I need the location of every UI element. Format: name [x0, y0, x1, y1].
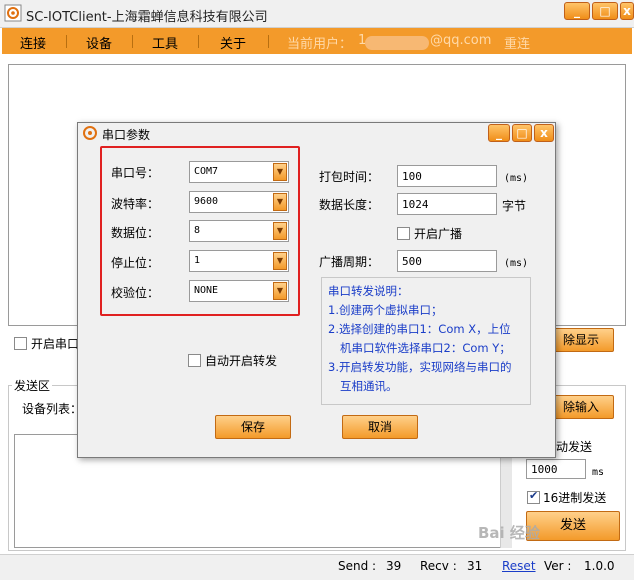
- hex-send-label: 16进制发送: [543, 491, 607, 505]
- device-list-label: 设备列表：: [22, 402, 83, 416]
- open-serial-label: 开启串口: [31, 337, 80, 351]
- dialog-logo-icon: [83, 126, 97, 140]
- current-user-label: 当前用户：: [287, 37, 353, 52]
- databits-select[interactable]: 8 ▼: [189, 220, 289, 242]
- menu-device[interactable]: 设备: [86, 33, 112, 52]
- pack-time-unit: (ms): [504, 173, 529, 184]
- broadcast-period-input[interactable]: 500: [397, 250, 497, 272]
- menu-tools[interactable]: 工具: [152, 33, 178, 52]
- cancel-button[interactable]: 取消: [342, 415, 418, 439]
- data-length-label: 数据长度：: [319, 198, 380, 212]
- parity-label: 校验位：: [111, 286, 160, 300]
- app-logo-icon: [4, 4, 22, 22]
- current-user-suffix: @qq.com: [430, 33, 492, 48]
- send-count-value: 39: [386, 559, 402, 573]
- databits-label: 数据位：: [111, 226, 160, 240]
- forward-desc-line: 机串口软件选择串口2：Com Y；: [340, 341, 511, 355]
- send-count-label: Send :: [338, 559, 377, 573]
- serial-params-dialog: 串口参数 _ □ x 串口号： COM7 ▼ 波特率： 9600 ▼ 数据位： 8 ▼…: [77, 122, 556, 458]
- forward-desc-line: 2.选择创建的串口1：Com X，上位: [328, 322, 511, 336]
- window-title: SC-IOTClient-上海霜蝉信息科技有限公司: [26, 10, 268, 25]
- parity-select[interactable]: NONE ▼: [189, 280, 289, 302]
- broadcast-period-label: 广播周期：: [319, 255, 380, 269]
- chevron-down-icon[interactable]: ▼: [273, 163, 287, 181]
- auto-send-label: 动发送: [556, 440, 593, 454]
- hex-send-checkbox[interactable]: [527, 489, 540, 504]
- minimize-button[interactable]: _: [564, 2, 590, 20]
- menu-divider: [198, 35, 199, 48]
- menu-connect[interactable]: 连接: [20, 33, 46, 52]
- forward-desc-line: 互相通讯。: [340, 379, 398, 393]
- chevron-down-icon[interactable]: ▼: [273, 222, 287, 240]
- menu-divider: [268, 35, 269, 48]
- chevron-down-icon[interactable]: ▼: [273, 193, 287, 211]
- menu-bar: 连接 设备 工具 关于 当前用户： 1 @qq.com 重连: [2, 28, 632, 54]
- chevron-down-icon[interactable]: ▼: [273, 282, 287, 300]
- forward-desc-line: 1.创建两个虚拟串口；: [328, 303, 443, 317]
- forward-desc-line: 3.开启转发功能，实现网络与串口的: [328, 360, 512, 374]
- version-value: 1.0.0: [584, 559, 615, 573]
- broadcast-period-unit: (ms): [504, 258, 529, 269]
- auto-forward-checkbox[interactable]: [188, 354, 201, 367]
- dialog-title-bar: 串口参数 _ □ x: [78, 123, 555, 143]
- forward-description-box: 串口转发说明： 1.创建两个虚拟串口； 2.选择创建的串口1：Com X，上位 …: [321, 277, 531, 405]
- version-label: Ver :: [544, 559, 572, 573]
- pack-time-label: 打包时间：: [319, 170, 380, 184]
- baud-select[interactable]: 9600 ▼: [189, 191, 289, 213]
- maximize-button[interactable]: □: [592, 2, 618, 20]
- redacted-email: [365, 36, 429, 50]
- main-title-bar: SC-IOTClient-上海霜蝉信息科技有限公司 _ □ x: [0, 0, 634, 28]
- port-select[interactable]: COM7 ▼: [189, 161, 289, 183]
- open-serial-checkbox[interactable]: [14, 337, 27, 350]
- menu-reset[interactable]: 重连: [504, 33, 530, 52]
- dialog-maximize-button[interactable]: □: [512, 124, 532, 142]
- close-button[interactable]: x: [620, 2, 634, 20]
- data-length-unit: 字节: [502, 199, 527, 213]
- clear-display-button[interactable]: 除显示: [548, 328, 614, 352]
- dialog-title: 串口参数: [102, 128, 151, 142]
- save-button[interactable]: 保存: [215, 415, 291, 439]
- recv-count-label: Recv :: [420, 559, 457, 573]
- status-bar: Send : 39 Recv : 31 Reset Ver : 1.0.0: [0, 554, 634, 580]
- send-button[interactable]: 发送: [526, 511, 620, 541]
- menu-divider: [66, 35, 67, 48]
- port-label: 串口号：: [111, 166, 160, 180]
- broadcast-label: 开启广播: [414, 227, 463, 241]
- stopbits-select[interactable]: 1 ▼: [189, 250, 289, 272]
- dialog-close-button[interactable]: x: [534, 124, 554, 142]
- dialog-minimize-button[interactable]: _: [488, 124, 510, 142]
- clear-input-button[interactable]: 除输入: [548, 395, 614, 419]
- send-interval-input[interactable]: 1000: [526, 459, 586, 479]
- chevron-down-icon[interactable]: ▼: [273, 252, 287, 270]
- menu-about[interactable]: 关于: [220, 33, 246, 52]
- baidu-watermark: Bai 经验: [478, 524, 540, 542]
- recv-count-value: 31: [467, 559, 483, 573]
- menu-divider: [132, 35, 133, 48]
- auto-forward-label: 自动开启转发: [205, 354, 278, 368]
- interval-unit: ms: [592, 467, 605, 478]
- reset-link[interactable]: Reset: [502, 559, 536, 573]
- data-length-input[interactable]: 1024: [397, 193, 497, 215]
- send-area-label: 发送区: [12, 377, 53, 394]
- forward-desc-title: 串口转发说明：: [328, 284, 409, 298]
- baud-label: 波特率：: [111, 197, 160, 211]
- pack-time-input[interactable]: 100: [397, 165, 497, 187]
- broadcast-checkbox[interactable]: [397, 227, 410, 240]
- stopbits-label: 停止位：: [111, 256, 160, 270]
